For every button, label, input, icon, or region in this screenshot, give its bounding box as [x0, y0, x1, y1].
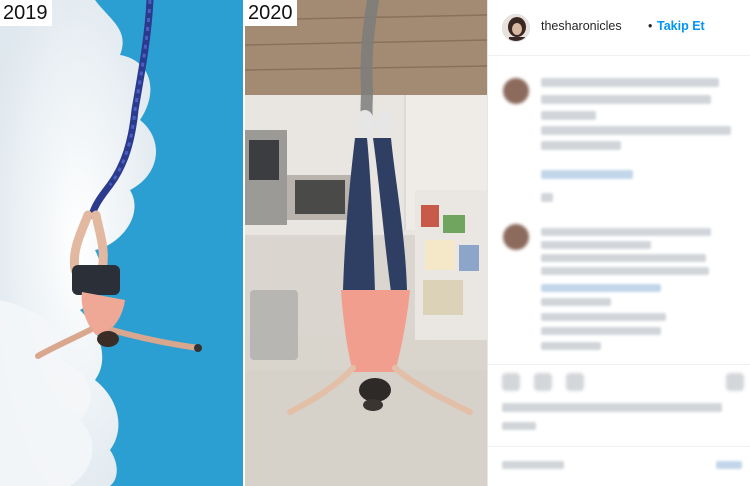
blurred-text: [541, 126, 731, 135]
year-label-2019: 2019: [0, 0, 52, 26]
blurred-text: [541, 111, 596, 120]
comment-icon[interactable]: [534, 373, 552, 391]
blurred-comment-placeholder[interactable]: [502, 461, 564, 469]
blurred-text: [541, 78, 719, 87]
profile-picture: [503, 15, 529, 41]
blurred-text: [541, 342, 601, 350]
commenter-avatar[interactable]: [503, 224, 529, 250]
blurred-text: [541, 141, 621, 150]
blurred-likes-text: [502, 403, 722, 412]
avatar[interactable]: [502, 14, 530, 42]
post-sidebar: thesharonicles • Takip Et: [487, 0, 750, 486]
instagram-post-view: 2019 2020 thesharonicles • Takip Et: [0, 0, 750, 486]
share-icon[interactable]: [566, 373, 584, 391]
blurred-text: [541, 298, 611, 306]
blurred-text: [541, 327, 661, 335]
commenter-avatar[interactable]: [503, 78, 529, 104]
kitchen-photo: [245, 0, 487, 486]
photo-2019: 2019: [0, 0, 243, 486]
photo-2020: 2020: [245, 0, 487, 486]
blurred-text: [541, 241, 651, 249]
like-icon[interactable]: [502, 373, 520, 391]
bungee-photo: [0, 0, 243, 486]
blurred-text: [541, 267, 709, 275]
follow-button[interactable]: Takip Et: [657, 19, 705, 33]
save-icon[interactable]: [726, 373, 744, 391]
blurred-post-button[interactable]: [716, 461, 742, 469]
blurred-text: [541, 95, 711, 104]
post-image[interactable]: 2019 2020: [0, 0, 487, 486]
blurred-text: [541, 313, 666, 321]
username-link[interactable]: thesharonicles: [541, 19, 622, 33]
year-label-2020: 2020: [245, 0, 297, 26]
blurred-text: [541, 228, 711, 236]
blurred-text: [541, 254, 706, 262]
blurred-text: [541, 193, 553, 202]
blurred-hashtag-link[interactable]: [541, 284, 661, 292]
post-header: thesharonicles • Takip Et: [488, 0, 750, 56]
blurred-timestamp: [502, 422, 536, 430]
separator-dot: •: [648, 19, 653, 33]
blurred-hashtag-link[interactable]: [541, 170, 633, 179]
